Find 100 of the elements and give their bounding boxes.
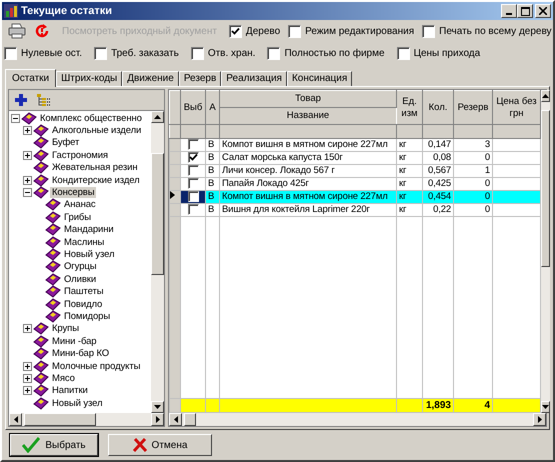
column-header: А <box>206 90 220 124</box>
tree-item[interactable]: Оливки <box>62 274 98 285</box>
checkbox[interactable] <box>188 166 198 176</box>
scroll-thumb[interactable] <box>541 110 550 267</box>
scroll-thumb[interactable] <box>24 413 96 426</box>
expander-icon[interactable] <box>11 114 20 123</box>
tree-item[interactable]: Новый узел <box>50 398 104 409</box>
checkbox[interactable] <box>94 46 108 60</box>
checkbox[interactable] <box>188 192 198 202</box>
tab[interactable]: Движение <box>122 71 179 86</box>
table-cell <box>492 138 540 152</box>
tree-item[interactable]: Кондитерские издел <box>50 174 142 186</box>
tree-item[interactable]: Молочные продукты <box>50 360 142 372</box>
tree-item[interactable]: Жевательная резин <box>50 162 140 174</box>
row-header[interactable] <box>170 190 180 204</box>
scrollbar[interactable] <box>169 413 546 426</box>
tree-item[interactable]: Ананас <box>62 199 98 210</box>
checkbox[interactable] <box>228 24 242 38</box>
column-header: Резерв <box>454 90 492 124</box>
book-icon <box>45 210 61 224</box>
scroll-thumb[interactable] <box>184 413 196 426</box>
book-icon <box>45 298 61 311</box>
book-icon <box>33 334 49 348</box>
printer-icon[interactable] <box>8 23 26 39</box>
table-cell <box>492 164 540 178</box>
column-header: Ед. изм <box>396 90 422 124</box>
tree-item[interactable]: Грибы <box>62 212 93 223</box>
tab[interactable]: Консинация <box>286 71 352 86</box>
tab[interactable]: Остатки <box>5 69 56 87</box>
checkbox[interactable] <box>267 46 280 60</box>
book-icon <box>45 223 61 236</box>
tree-item[interactable]: Новый узел <box>62 248 116 260</box>
table-cell: 0 <box>454 178 492 191</box>
maximize-button[interactable] <box>517 4 533 18</box>
cross-icon <box>132 438 147 452</box>
checkbox[interactable] <box>188 204 198 216</box>
expander-icon[interactable] <box>23 374 32 383</box>
scrollbar[interactable] <box>541 90 550 413</box>
scroll-up-icon <box>154 115 161 119</box>
column-header: Цена без грн <box>492 90 540 124</box>
tree-item[interactable]: Повидло <box>62 298 104 310</box>
checkbox[interactable] <box>188 152 198 164</box>
tree-item[interactable]: Помидоры <box>62 310 112 322</box>
table-cell: Компот вишня в мятном сироне 227мл <box>220 138 396 152</box>
table-cell <box>492 152 540 165</box>
scrollbar[interactable] <box>9 413 164 426</box>
tree-item[interactable]: Консервы <box>50 187 96 198</box>
checkbox[interactable] <box>188 140 198 150</box>
tree-item[interactable]: Комплекс общественно <box>38 112 144 124</box>
table-cell: Вишня для коктейля Laprimer 220г <box>220 204 396 217</box>
scroll-thumb[interactable] <box>151 153 164 275</box>
close-button[interactable] <box>535 4 551 18</box>
book-icon <box>45 285 61 298</box>
expander-icon[interactable] <box>23 324 32 334</box>
minimize-button[interactable] <box>501 4 517 18</box>
expander-icon[interactable] <box>23 188 32 198</box>
tree-item[interactable]: Мандарини <box>62 224 116 236</box>
tree-item[interactable]: Напитки <box>50 385 90 396</box>
table-cell: Компот вишня в мятном сироне 227мл <box>220 190 396 204</box>
window-title: Текущие остатки <box>21 5 113 17</box>
tree-item[interactable]: Маслины <box>62 236 106 248</box>
tree-item[interactable]: Буфет <box>50 137 82 148</box>
checkbox[interactable] <box>288 24 302 38</box>
tree-item[interactable]: Огурцы <box>62 261 98 272</box>
book-icon <box>45 260 61 274</box>
maximize-icon <box>520 6 530 16</box>
book-icon <box>33 186 49 200</box>
checkbox[interactable] <box>396 46 410 60</box>
expander-icon[interactable] <box>23 150 32 160</box>
book-icon <box>21 112 37 125</box>
tree-item[interactable]: Крупы <box>50 323 81 334</box>
expander-icon[interactable] <box>23 386 32 396</box>
dialog-button[interactable]: Отмена <box>108 434 212 456</box>
tab[interactable]: Штрих-коды <box>56 71 122 86</box>
tree-item[interactable]: Алкогольные издели <box>50 125 144 136</box>
checkbox[interactable] <box>4 46 17 60</box>
expander-icon[interactable] <box>23 362 32 370</box>
refresh-icon[interactable] <box>34 23 50 39</box>
tree-item[interactable]: Мини-бар КО <box>50 348 112 360</box>
tree-item[interactable]: Мини -бар <box>50 336 98 347</box>
checkbox[interactable] <box>190 46 204 60</box>
tab[interactable]: Резерв <box>178 71 222 86</box>
tree-item[interactable]: Мясо <box>50 372 77 384</box>
checkbox[interactable] <box>422 24 436 38</box>
table-cell <box>492 190 540 204</box>
tree-item[interactable]: Гастрономия <box>50 150 110 161</box>
scroll-up-icon <box>542 94 549 98</box>
tree-view-icon[interactable] <box>37 94 50 106</box>
checkbox[interactable] <box>188 178 198 190</box>
plus-icon[interactable] <box>15 94 27 106</box>
tree-item[interactable]: Паштеты <box>62 286 106 298</box>
book-icon <box>33 174 49 187</box>
column-header: Выб <box>180 90 206 124</box>
table-cell: 0 <box>454 152 492 165</box>
checkbox-label: Треб. заказать <box>111 48 179 58</box>
expander-icon[interactable] <box>23 126 32 136</box>
scrollbar[interactable] <box>151 111 164 413</box>
expander-icon[interactable] <box>23 176 32 185</box>
dialog-button[interactable]: Выбрать <box>10 434 98 456</box>
tab[interactable]: Реализация <box>221 71 287 86</box>
